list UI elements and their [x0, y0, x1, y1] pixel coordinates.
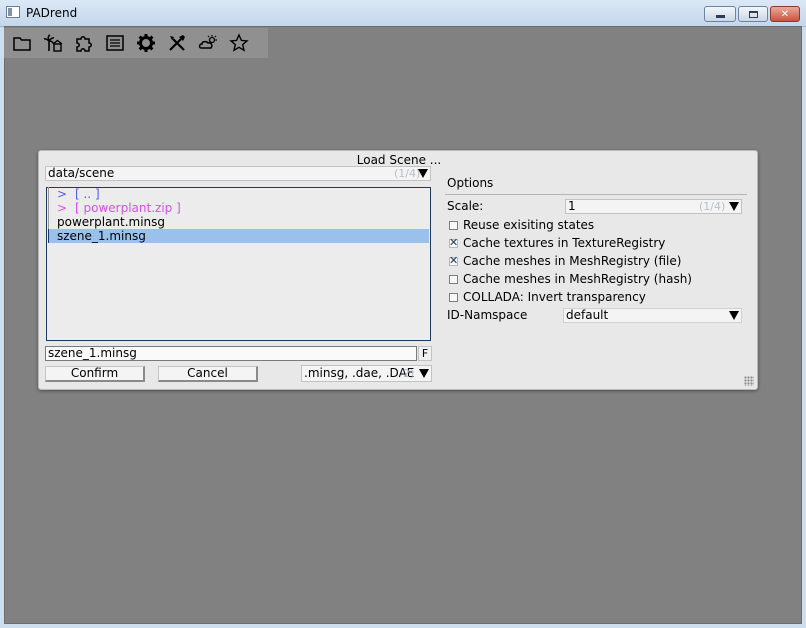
options-heading: Options	[447, 176, 494, 190]
file-name: [ powerplant.zip ]	[75, 201, 181, 215]
weather-icon[interactable]	[196, 31, 220, 55]
chevron-down-icon	[419, 369, 429, 378]
folder-arrow-icon: >	[57, 187, 68, 201]
checkbox-cache-meshes-hash[interactable]: Cache meshes in MeshRegistry (hash)	[449, 272, 692, 286]
f-button[interactable]: F	[418, 346, 432, 361]
title-bar: PADrend ✕	[0, 0, 806, 27]
checkbox-label: Cache meshes in MeshRegistry (file)	[463, 254, 682, 268]
checkbox-label: Reuse exisiting states	[463, 218, 595, 232]
checkbox-invert-transparency[interactable]: COLLADA: Invert transparency	[449, 290, 646, 304]
id-namespace-label: ID-Namspace	[447, 308, 528, 322]
checkbox-label: COLLADA: Invert transparency	[463, 290, 646, 304]
close-icon: ✕	[780, 8, 790, 20]
scale-label: Scale:	[447, 199, 484, 213]
checkbox-icon	[449, 221, 458, 230]
toolbar	[4, 28, 268, 58]
palm-tree-icon[interactable]	[41, 31, 65, 55]
checkbox-reuse-states[interactable]: Reuse exisiting states	[449, 218, 594, 232]
file-name: powerplant.minsg	[57, 215, 166, 229]
scale-value: 1	[568, 199, 576, 213]
checkbox-checked-icon	[449, 236, 458, 250]
file-name: szene_1.minsg	[57, 229, 146, 243]
maximize-icon	[748, 10, 758, 18]
checkbox-label: Cache meshes in MeshRegistry (hash)	[463, 272, 692, 286]
load-scene-dialog: Load Scene ... data/scene (1/4) > [ .. ] …	[38, 150, 758, 390]
file-row-archive[interactable]: > [ powerplant.zip ]	[48, 201, 429, 215]
file-filter-dropdown[interactable]: .minsg, .dae, .DAE 2)	[301, 365, 432, 382]
puzzle-icon[interactable]	[72, 31, 96, 55]
minimize-icon	[715, 15, 725, 18]
file-row-parent-dir[interactable]: > [ .. ]	[48, 187, 429, 201]
chevron-down-icon	[418, 169, 428, 178]
folder-icon[interactable]	[10, 31, 34, 55]
checkbox-label: Cache textures in TextureRegistry	[463, 236, 666, 250]
file-list[interactable]: > [ .. ] > [ powerplant.zip ] powerplant.m…	[46, 187, 431, 341]
minimize-button[interactable]	[704, 6, 736, 22]
app-icon	[6, 6, 20, 18]
filter-counter: 2)	[403, 367, 415, 380]
path-value: data/scene	[48, 166, 115, 180]
file-row-selected[interactable]: szene_1.minsg	[48, 229, 429, 243]
star-icon[interactable]	[227, 31, 251, 55]
filter-value: .minsg, .dae, .DAE	[304, 366, 415, 380]
options-divider	[445, 194, 747, 195]
checkbox-cache-meshes-file[interactable]: Cache meshes in MeshRegistry (file)	[449, 254, 681, 268]
id-namespace-dropdown[interactable]: default	[563, 308, 742, 323]
chevron-down-icon	[729, 202, 739, 211]
dialog-title: Load Scene ...	[356, 153, 442, 167]
close-button[interactable]: ✕	[770, 6, 800, 22]
window-title: PADrend	[26, 6, 78, 20]
maximize-button[interactable]	[738, 6, 768, 22]
checkbox-icon	[449, 293, 458, 302]
tools-icon[interactable]	[165, 31, 189, 55]
scale-dropdown[interactable]: 1 (1/4)	[565, 199, 742, 214]
file-name: [ .. ]	[75, 187, 100, 201]
checkbox-cache-textures[interactable]: Cache textures in TextureRegistry	[449, 236, 665, 250]
checkbox-icon	[449, 275, 458, 284]
gear-icon[interactable]	[134, 31, 158, 55]
list-icon[interactable]	[103, 31, 127, 55]
folder-arrow-icon: >	[57, 201, 68, 215]
scale-counter: (1/4)	[699, 200, 726, 213]
filename-input[interactable]: szene_1.minsg	[45, 346, 417, 361]
path-counter: (1/4)	[394, 167, 421, 180]
cancel-button[interactable]: Cancel	[158, 366, 258, 382]
chevron-down-icon	[729, 311, 739, 320]
resize-grip-icon[interactable]	[744, 376, 754, 386]
confirm-button[interactable]: Confirm	[45, 366, 145, 382]
checkbox-checked-icon	[449, 254, 458, 268]
path-dropdown[interactable]: data/scene (1/4)	[45, 166, 431, 181]
file-row[interactable]: powerplant.minsg	[48, 215, 429, 229]
id-namespace-value: default	[566, 308, 609, 322]
